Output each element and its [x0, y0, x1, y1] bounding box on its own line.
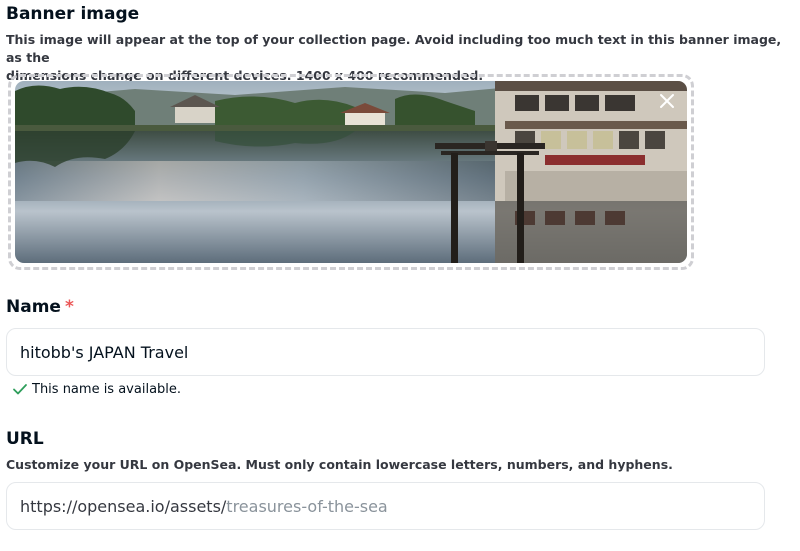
- url-input[interactable]: https://opensea.io/assets/treasures-of-t…: [6, 482, 765, 530]
- url-prefix: https://opensea.io/assets/: [20, 496, 227, 516]
- banner-description-line-1: This image will appear at the top of you…: [6, 32, 782, 65]
- name-label: Name *: [6, 297, 74, 317]
- banner-landscape-picture: [15, 81, 687, 263]
- banner-image: [15, 81, 687, 263]
- banner-image-title: Banner image: [6, 4, 140, 24]
- url-placeholder: treasures-of-the-sea: [226, 496, 388, 516]
- checkmark-icon: [13, 384, 27, 395]
- name-input[interactable]: hitobb's JAPAN Travel: [6, 328, 765, 376]
- name-availability: This name is available.: [12, 381, 181, 397]
- banner-dropzone[interactable]: [8, 74, 694, 270]
- name-input-value: hitobb's JAPAN Travel: [20, 342, 189, 362]
- name-label-text: Name: [6, 297, 61, 317]
- url-description: Customize your URL on OpenSea. Must only…: [6, 457, 673, 472]
- availability-text: This name is available.: [32, 381, 182, 397]
- url-label: URL: [6, 429, 44, 449]
- close-icon: [660, 94, 674, 108]
- remove-banner-button[interactable]: [655, 89, 679, 113]
- required-mark: *: [64, 297, 74, 317]
